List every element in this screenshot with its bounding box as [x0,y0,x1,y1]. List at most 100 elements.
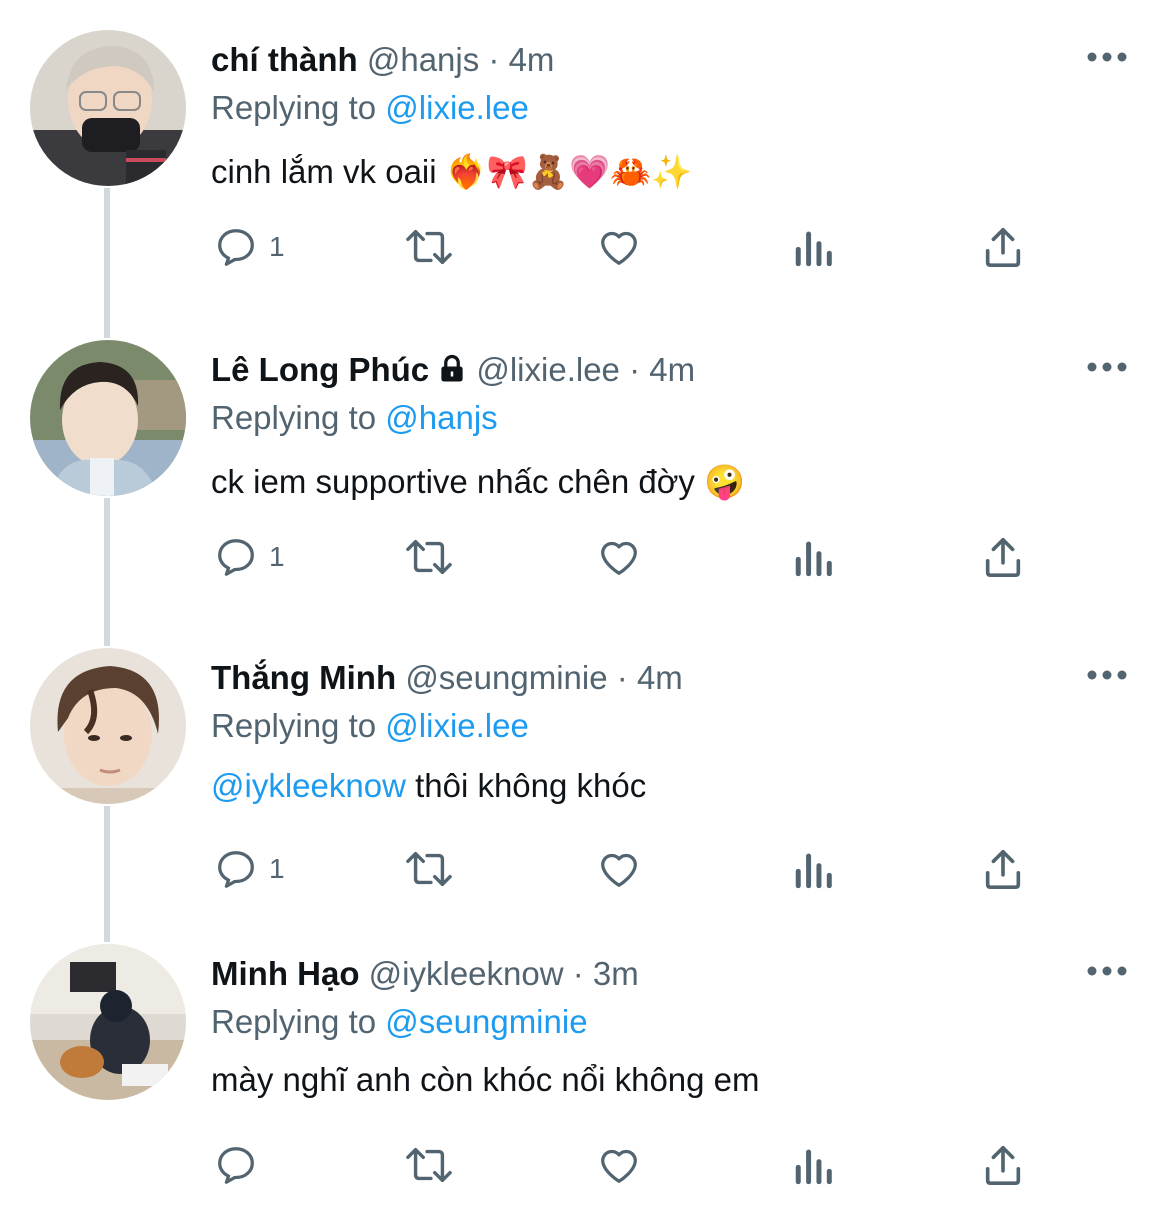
display-name[interactable]: Thắng Minh [211,659,396,696]
separator: · [629,351,641,388]
more-options-icon[interactable] [1083,660,1131,690]
replying-label: Replying to [211,399,377,436]
retweet-button[interactable] [401,1130,457,1200]
action-bar: 1 [211,212,1041,282]
heart-icon [601,853,637,887]
timestamp[interactable]: 4m [509,41,555,78]
share-button[interactable] [981,522,1025,592]
retweet-icon [406,539,452,575]
replying-to: Replying to @hanjs [211,394,498,442]
display-name[interactable]: chí thành [211,41,358,78]
tweet[interactable]: Minh Hạo @iykleeknow · 3m Replying to @s… [0,914,1170,1224]
retweet-icon [406,851,452,887]
replying-label: Replying to [211,707,377,744]
tweet-header: Lê Long Phúc @lixie.lee · 4m [211,344,695,396]
tweet-text-content: thôi không khóc [405,767,647,804]
like-button[interactable] [595,1130,643,1200]
share-icon [985,1145,1021,1186]
avatar[interactable] [30,340,186,496]
retweet-button[interactable] [401,834,457,904]
reply-button[interactable]: 1 [213,212,285,282]
like-button[interactable] [595,522,643,592]
share-button[interactable] [981,212,1025,282]
reply-count: 1 [269,541,285,572]
reply-button[interactable]: 1 [213,522,285,592]
replying-to-link[interactable]: @lixie.lee [385,707,529,744]
replying-to-link[interactable]: @seungminie [385,1003,587,1040]
analytics-icon [795,231,832,267]
retweet-icon [406,1147,452,1183]
timestamp[interactable]: 4m [637,659,683,696]
mention-link[interactable]: @iykleeknow [211,767,406,804]
display-name[interactable]: Minh Hạo [211,955,359,992]
more-options-icon[interactable] [1083,352,1131,382]
more-options-icon[interactable] [1083,42,1131,72]
reply-icon [218,229,254,266]
avatar[interactable] [30,944,186,1100]
like-button[interactable] [595,212,643,282]
tweet[interactable]: chí thành @hanjs · 4m Replying to @lixie… [0,0,1170,310]
display-name[interactable]: Lê Long Phúc [211,351,429,388]
analytics-button[interactable] [791,1130,835,1200]
share-icon [985,849,1021,890]
reply-button[interactable]: 1 [213,834,285,904]
tweet-text-content: ck iem supportive nhấc chên đờy 🤪 [211,463,746,500]
retweet-button[interactable] [401,212,457,282]
replying-to-link[interactable]: @hanjs [385,399,497,436]
share-button[interactable] [981,1130,1025,1200]
share-icon [985,537,1021,578]
reply-icon [218,1147,254,1184]
replying-to: Replying to @seungminie [211,998,588,1046]
username[interactable]: @lixie.lee [476,351,620,388]
tweet-text: @iykleeknow thôi không khóc [211,760,646,812]
avatar[interactable] [30,648,186,804]
replying-label: Replying to [211,1003,377,1040]
separator: · [488,41,500,78]
tweet-header: Minh Hạo @iykleeknow · 3m [211,948,639,1000]
replying-to-link[interactable]: @lixie.lee [385,89,529,126]
tweet[interactable]: Lê Long Phúc @lixie.lee · 4m Replying to… [0,310,1170,620]
retweet-button[interactable] [401,522,457,592]
tweet-text: mày nghĩ anh còn khóc nổi không em [211,1054,760,1106]
tweet-header: chí thành @hanjs · 4m [211,34,554,86]
avatar[interactable] [30,30,186,186]
analytics-button[interactable] [791,834,835,904]
analytics-button[interactable] [791,522,835,592]
timestamp[interactable]: 4m [649,351,695,388]
action-bar [211,1130,1041,1200]
tweet-text: ck iem supportive nhấc chên đờy 🤪 [211,456,745,508]
tweet-text: cinh lắm vk oaii ❤️‍🔥🎀🧸💗🦀✨ [211,146,692,198]
username[interactable]: @iykleeknow [369,955,564,992]
username[interactable]: @hanjs [367,41,479,78]
reply-button[interactable] [213,1130,259,1200]
tweet-header: Thắng Minh @seungminie · 4m [211,652,683,704]
reply-icon [218,851,254,888]
retweet-icon [406,229,452,265]
analytics-icon [795,541,832,577]
analytics-icon [795,853,832,889]
heart-icon [601,231,637,265]
heart-icon [601,541,637,575]
reply-icon [218,539,254,576]
username[interactable]: @seungminie [405,659,607,696]
tweet-text-content: cinh lắm vk oaii ❤️‍🔥🎀🧸💗🦀✨ [211,153,693,190]
lock-icon [437,347,467,399]
analytics-icon [795,1149,832,1185]
reply-count: 1 [269,853,285,884]
action-bar: 1 [211,834,1041,904]
more-options-icon[interactable] [1083,956,1131,986]
action-bar: 1 [211,522,1041,592]
replying-to: Replying to @lixie.lee [211,702,529,750]
timestamp[interactable]: 3m [593,955,639,992]
tweet-text-content: mày nghĩ anh còn khóc nổi không em [211,1061,760,1098]
analytics-button[interactable] [791,212,835,282]
separator: · [616,659,628,696]
like-button[interactable] [595,834,643,904]
reply-count: 1 [269,231,285,262]
separator: · [572,955,584,992]
tweet[interactable]: Thắng Minh @seungminie · 4m Replying to … [0,618,1170,928]
share-button[interactable] [981,834,1025,904]
replying-label: Replying to [211,89,377,126]
replying-to: Replying to @lixie.lee [211,84,529,132]
heart-icon [601,1149,637,1183]
